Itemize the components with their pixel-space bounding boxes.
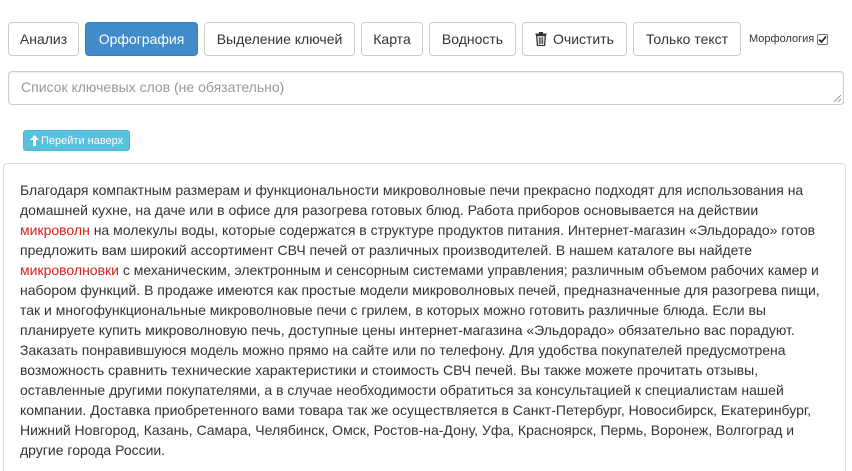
misspelled-word: микроволновки bbox=[20, 262, 119, 278]
checkmark-icon bbox=[818, 35, 827, 43]
morphology-label: Морфология bbox=[749, 33, 815, 45]
clear-button-label: Очистить bbox=[553, 31, 614, 47]
toolbar: Анализ Орфография Выделение ключей Карта… bbox=[8, 22, 829, 56]
clear-button[interactable]: Очистить bbox=[522, 22, 627, 56]
scroll-top-button[interactable]: Перейти наверх bbox=[23, 130, 131, 151]
analyzed-text: Благодаря компактным размерам и функцион… bbox=[20, 180, 826, 460]
map-button[interactable]: Карта bbox=[361, 22, 423, 56]
resize-grip-icon[interactable] bbox=[833, 94, 842, 103]
text-panel: Благодаря компактным размерам и функцион… bbox=[3, 163, 846, 471]
morphology-toggle[interactable]: Морфология bbox=[749, 33, 829, 45]
keywords-input[interactable] bbox=[8, 71, 844, 105]
spelling-button[interactable]: Орфография bbox=[85, 22, 198, 56]
wateriness-button[interactable]: Водность bbox=[429, 22, 516, 56]
text-segment: на молекулы воды, которые содержатся в с… bbox=[20, 222, 816, 258]
text-segment: с механическим, электронным и сенсорным … bbox=[20, 262, 820, 458]
highlight-keys-button[interactable]: Выделение ключей bbox=[204, 22, 355, 56]
analysis-button[interactable]: Анализ bbox=[8, 22, 79, 56]
trash-icon bbox=[535, 32, 547, 46]
text-segment: Благодаря компактным размерам и функцион… bbox=[20, 182, 804, 218]
text-only-button[interactable]: Только текст bbox=[633, 22, 741, 56]
seo-text-analyzer: Анализ Орфография Выделение ключей Карта… bbox=[0, 0, 852, 471]
arrow-up-icon bbox=[30, 135, 39, 146]
morphology-checkbox[interactable] bbox=[817, 33, 829, 45]
misspelled-word: микроволн bbox=[20, 222, 90, 238]
scroll-top-label: Перейти наверх bbox=[41, 134, 124, 147]
